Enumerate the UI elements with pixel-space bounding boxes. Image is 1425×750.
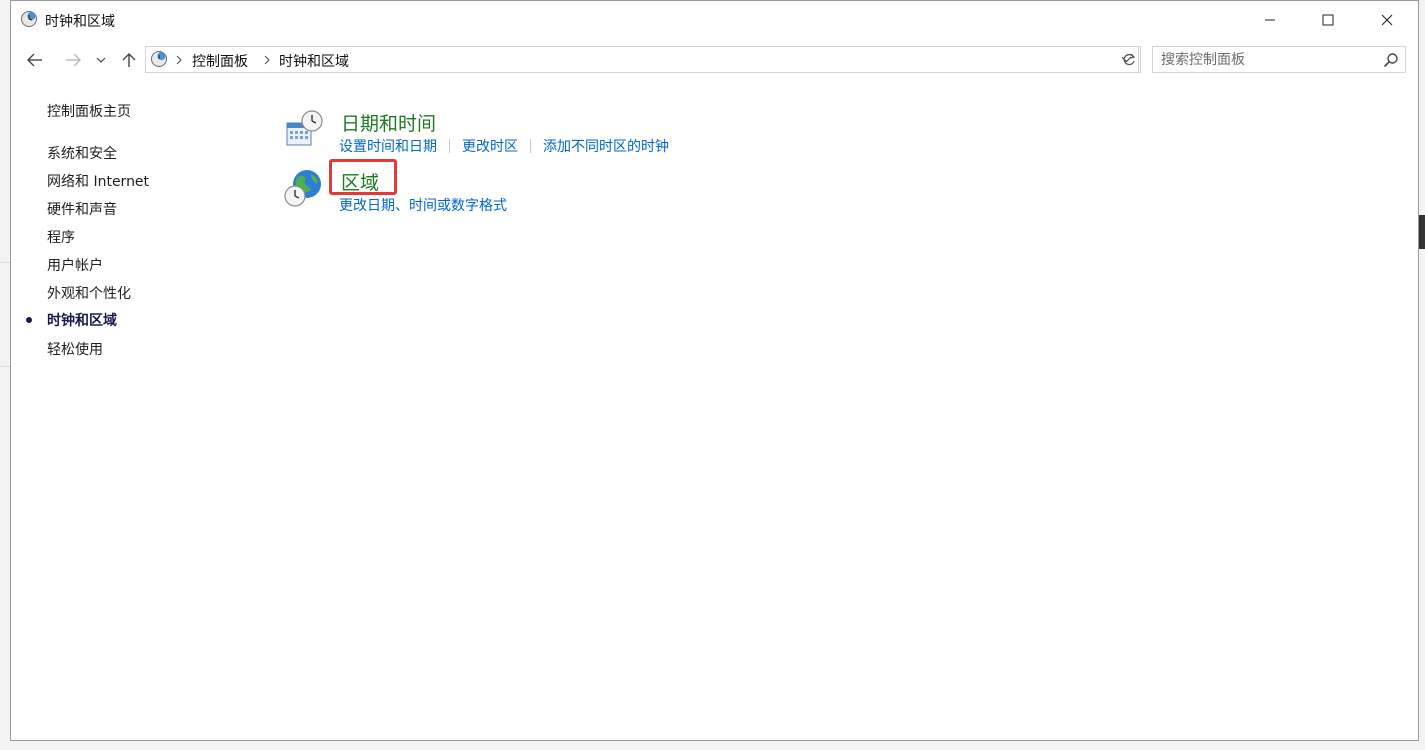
desktop-background-edge [0, 366, 10, 367]
desktop-background-edge [1419, 215, 1425, 249]
up-button[interactable] [117, 48, 141, 72]
control-panel-icon [151, 51, 167, 67]
globe-clock-icon [284, 170, 321, 207]
search-box [1152, 46, 1406, 73]
search-input[interactable] [1153, 47, 1381, 72]
minimize-icon [1265, 19, 1275, 21]
active-bullet-icon [26, 317, 32, 323]
region-links: 更改日期、时间或数字格式 [339, 195, 507, 215]
link-add-clocks[interactable]: 添加不同时区的时钟 [543, 136, 669, 156]
arrow-right-icon [66, 53, 81, 67]
sidebar-item-user-accounts[interactable]: 用户帐户 [47, 255, 103, 275]
breadcrumb-clock-region[interactable]: 时钟和区域 [279, 51, 349, 71]
sidebar-item-ease-of-access[interactable]: 轻松使用 [47, 339, 103, 359]
calendar-clock-icon [286, 110, 323, 146]
sidebar-home-link[interactable]: 控制面板主页 [47, 101, 131, 121]
sidebar-item-programs[interactable]: 程序 [47, 227, 75, 247]
highlight-annotation [329, 159, 397, 195]
forward-button[interactable] [61, 48, 85, 72]
minimize-button[interactable] [1241, 1, 1299, 39]
search-icon[interactable] [1383, 52, 1399, 68]
breadcrumb-control-panel[interactable]: 控制面板 [192, 51, 248, 71]
chevron-right-icon [176, 55, 182, 65]
title-bar: 时钟和区域 [11, 1, 1418, 39]
clock-globe-icon [21, 11, 37, 27]
sidebar-item-label: 时钟和区域 [47, 313, 117, 329]
sidebar-item-clock-region[interactable]: 时钟和区域 [26, 310, 117, 330]
close-button[interactable] [1358, 1, 1416, 39]
maximize-button[interactable] [1299, 1, 1357, 39]
category-title-date-time[interactable]: 日期和时间 [341, 109, 436, 136]
maximize-icon [1322, 14, 1334, 26]
link-set-time-date[interactable]: 设置时间和日期 [339, 136, 437, 156]
navigation-bar: 控制面板 时钟和区域 [11, 43, 1418, 79]
close-icon [1381, 14, 1393, 26]
link-divider [449, 139, 450, 153]
sidebar-item-appearance[interactable]: 外观和个性化 [47, 283, 131, 303]
chevron-right-icon [264, 55, 270, 65]
refresh-button[interactable] [1117, 46, 1141, 73]
recent-locations-button[interactable] [93, 48, 109, 72]
sidebar-item-system-security[interactable]: 系统和安全 [47, 143, 117, 163]
control-panel-window: 时钟和区域 控制面板 时钟和区域 搜索控制面板 控制面板主页 系统和安全 网络和… [10, 0, 1419, 741]
date-time-links: 设置时间和日期 更改时区 添加不同时区的时钟 [339, 136, 669, 156]
sidebar-item-network-internet[interactable]: 网络和 Internet [47, 171, 149, 191]
arrow-up-icon [122, 53, 136, 67]
desktop-background-edge [0, 262, 10, 263]
sidebar-item-hardware-sound[interactable]: 硬件和声音 [47, 199, 117, 219]
back-button[interactable] [23, 48, 47, 72]
window-title: 时钟和区域 [45, 14, 115, 30]
address-bar[interactable]: 控制面板 时钟和区域 [145, 46, 1139, 73]
link-change-formats[interactable]: 更改日期、时间或数字格式 [339, 195, 507, 215]
link-change-timezone[interactable]: 更改时区 [462, 136, 518, 156]
link-divider [530, 139, 531, 153]
chevron-down-icon [96, 57, 106, 63]
refresh-icon [1123, 53, 1135, 65]
arrow-left-icon [27, 53, 42, 67]
